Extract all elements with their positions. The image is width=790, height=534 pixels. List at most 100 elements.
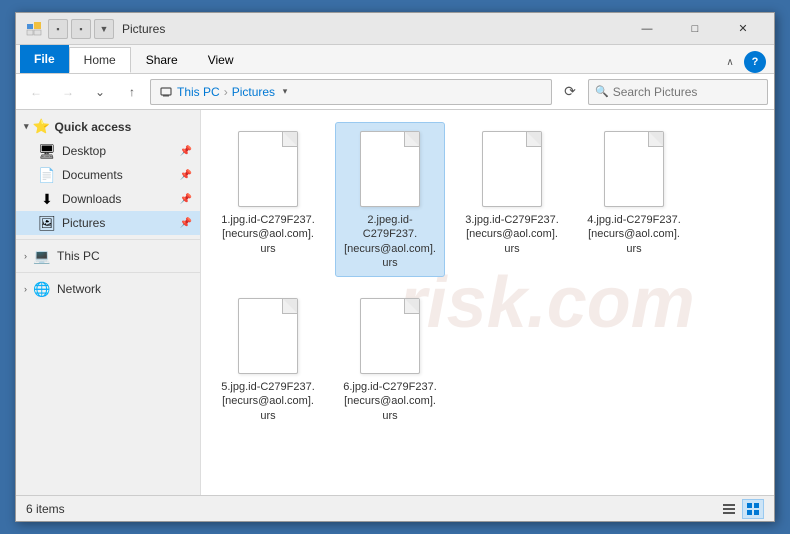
documents-icon: 📄 xyxy=(38,167,56,184)
window-title: Pictures xyxy=(122,22,624,36)
search-input[interactable] xyxy=(613,85,768,99)
sidebar-item-network[interactable]: › 🌐 Network xyxy=(16,277,200,301)
pin-icon-downloads: 📌 xyxy=(180,194,192,205)
file-name-1: 1.jpg.id-C279F237.[necurs@aol.com].urs xyxy=(220,213,316,256)
sidebar-item-desktop[interactable]: 🖥 Desktop 📌 xyxy=(16,139,200,163)
file-item[interactable]: 3.jpg.id-C279F237.[necurs@aol.com].urs xyxy=(457,122,567,277)
up-button[interactable]: ↑ xyxy=(118,78,146,106)
file-page-5 xyxy=(238,298,298,374)
address-box[interactable]: This PC › Pictures ▾ xyxy=(150,79,552,105)
sidebar-divider-2 xyxy=(16,272,200,273)
qs-btn-1[interactable]: ▪ xyxy=(48,19,68,39)
network-arrow-icon: › xyxy=(24,284,27,294)
qs-dropdown[interactable]: ▼ xyxy=(94,19,114,39)
downloads-icon: ⬇ xyxy=(38,191,56,208)
file-item-selected[interactable]: 2.jpeg.id-C279F237.[necurs@aol.com].urs xyxy=(335,122,445,277)
pin-icon-desktop: 📌 xyxy=(180,146,192,157)
sidebar-item-documents-label: Documents xyxy=(62,168,123,182)
quickaccess-label: Quick access xyxy=(55,120,132,134)
sidebar-item-desktop-label: Desktop xyxy=(62,144,106,158)
explorer-window: ▪ ▪ ▼ Pictures — □ ✕ File Home Share Vie… xyxy=(15,12,775,522)
tab-view[interactable]: View xyxy=(193,47,249,73)
main-area: ▾ ⭐ Quick access 🖥 Desktop 📌 📄 Documents… xyxy=(16,110,774,495)
view-toggle-buttons xyxy=(718,499,764,519)
file-name-5: 5.jpg.id-C279F237.[necurs@aol.com].urs xyxy=(220,380,316,423)
address-part-thispc[interactable]: This PC xyxy=(177,85,220,99)
large-icons-view-button[interactable] xyxy=(742,499,764,519)
quickaccess-star-icon: ⭐ xyxy=(33,118,51,135)
file-name-4: 4.jpg.id-C279F237.[necurs@aol.com].urs xyxy=(586,213,682,256)
pin-icon-pictures: 📌 xyxy=(180,218,192,229)
tab-share[interactable]: Share xyxy=(131,47,193,73)
file-icon-1 xyxy=(233,129,303,209)
this-pc-icon xyxy=(159,85,173,99)
file-item[interactable]: 4.jpg.id-C279F237.[necurs@aol.com].urs xyxy=(579,122,689,277)
status-count: 6 items xyxy=(26,502,718,516)
file-icon-3 xyxy=(477,129,547,209)
search-box[interactable]: 🔍 xyxy=(588,79,768,105)
maximize-button[interactable]: □ xyxy=(672,14,718,44)
quick-access-toolbar: ▪ ▪ ▼ xyxy=(48,19,114,39)
refresh-button[interactable]: ⟳ xyxy=(556,78,584,106)
address-path: This PC › Pictures xyxy=(159,85,275,99)
sidebar-item-downloads[interactable]: ⬇ Downloads 📌 xyxy=(16,187,200,211)
minimize-button[interactable]: — xyxy=(624,14,670,44)
ribbon-extra: ∧ ? xyxy=(720,51,770,73)
file-name-6: 6.jpg.id-C279F237.[necurs@aol.com].urs xyxy=(342,380,438,423)
sidebar-item-pictures-label: Pictures xyxy=(62,216,105,230)
forward-button[interactable]: → xyxy=(54,78,82,106)
file-item[interactable]: 6.jpg.id-C279F237.[necurs@aol.com].urs xyxy=(335,289,445,430)
tab-home[interactable]: Home xyxy=(69,47,131,73)
ribbon: File Home Share View ∧ ? xyxy=(16,45,774,74)
pictures-icon: 🖼 xyxy=(38,215,56,232)
ribbon-collapse-icon[interactable]: ∧ xyxy=(720,52,740,72)
thispc-icon: 💻 xyxy=(33,248,51,265)
dropdown-button[interactable]: ⌄ xyxy=(86,78,114,106)
search-icon: 🔍 xyxy=(595,85,609,98)
file-page-4 xyxy=(604,131,664,207)
files-grid: 1.jpg.id-C279F237.[necurs@aol.com].urs 2… xyxy=(213,122,762,430)
sidebar-divider-1 xyxy=(16,239,200,240)
file-name-2: 2.jpeg.id-C279F237.[necurs@aol.com].urs xyxy=(342,213,438,270)
qs-btn-2[interactable]: ▪ xyxy=(71,19,91,39)
pin-icon-documents: 📌 xyxy=(180,170,192,181)
details-view-button[interactable] xyxy=(718,499,740,519)
file-page-3 xyxy=(482,131,542,207)
sidebar-item-documents[interactable]: 📄 Documents 📌 xyxy=(16,163,200,187)
ribbon-tabs: File Home Share View ∧ ? xyxy=(16,45,774,73)
file-name-3: 3.jpg.id-C279F237.[necurs@aol.com].urs xyxy=(464,213,560,256)
file-page-2 xyxy=(360,131,420,207)
file-item[interactable]: 1.jpg.id-C279F237.[necurs@aol.com].urs xyxy=(213,122,323,277)
close-button[interactable]: ✕ xyxy=(720,14,766,44)
desktop-icon: 🖥 xyxy=(38,143,56,160)
status-bar: 6 items xyxy=(16,495,774,521)
help-button[interactable]: ? xyxy=(744,51,766,73)
back-button[interactable]: ← xyxy=(22,78,50,106)
sidebar-item-thispc[interactable]: › 💻 This PC xyxy=(16,244,200,268)
window-controls: — □ ✕ xyxy=(624,14,766,44)
sidebar-item-downloads-label: Downloads xyxy=(62,192,121,206)
file-page-1 xyxy=(238,131,298,207)
sidebar-item-pictures[interactable]: 🖼 Pictures 📌 xyxy=(16,211,200,235)
title-bar: ▪ ▪ ▼ Pictures — □ ✕ xyxy=(16,13,774,45)
file-item[interactable]: 5.jpg.id-C279F237.[necurs@aol.com].urs xyxy=(213,289,323,430)
tab-file[interactable]: File xyxy=(20,45,69,73)
details-view-icon xyxy=(722,502,736,516)
sidebar: ▾ ⭐ Quick access 🖥 Desktop 📌 📄 Documents… xyxy=(16,110,201,495)
address-sep-1: › xyxy=(224,85,228,99)
network-icon: 🌐 xyxy=(33,281,51,298)
file-icon-2 xyxy=(355,129,425,209)
address-bar-area: ← → ⌄ ↑ This PC › Pictures ▾ ⟳ 🔍 xyxy=(16,74,774,110)
thispc-arrow-icon: › xyxy=(24,251,27,261)
address-dropdown-icon[interactable]: ▾ xyxy=(275,86,295,97)
sidebar-item-thispc-label: This PC xyxy=(57,249,100,263)
file-icon-6 xyxy=(355,296,425,376)
large-icons-view-icon xyxy=(746,502,760,516)
quickaccess-arrow-icon: ▾ xyxy=(24,121,29,132)
sidebar-header-quickaccess[interactable]: ▾ ⭐ Quick access xyxy=(16,114,200,139)
address-part-pictures[interactable]: Pictures xyxy=(232,85,275,99)
sidebar-item-network-label: Network xyxy=(57,282,101,296)
content-area[interactable]: risk.com 1.jpg.id-C279F237.[necurs@aol.c… xyxy=(201,110,774,495)
file-icon-5 xyxy=(233,296,303,376)
file-page-6 xyxy=(360,298,420,374)
